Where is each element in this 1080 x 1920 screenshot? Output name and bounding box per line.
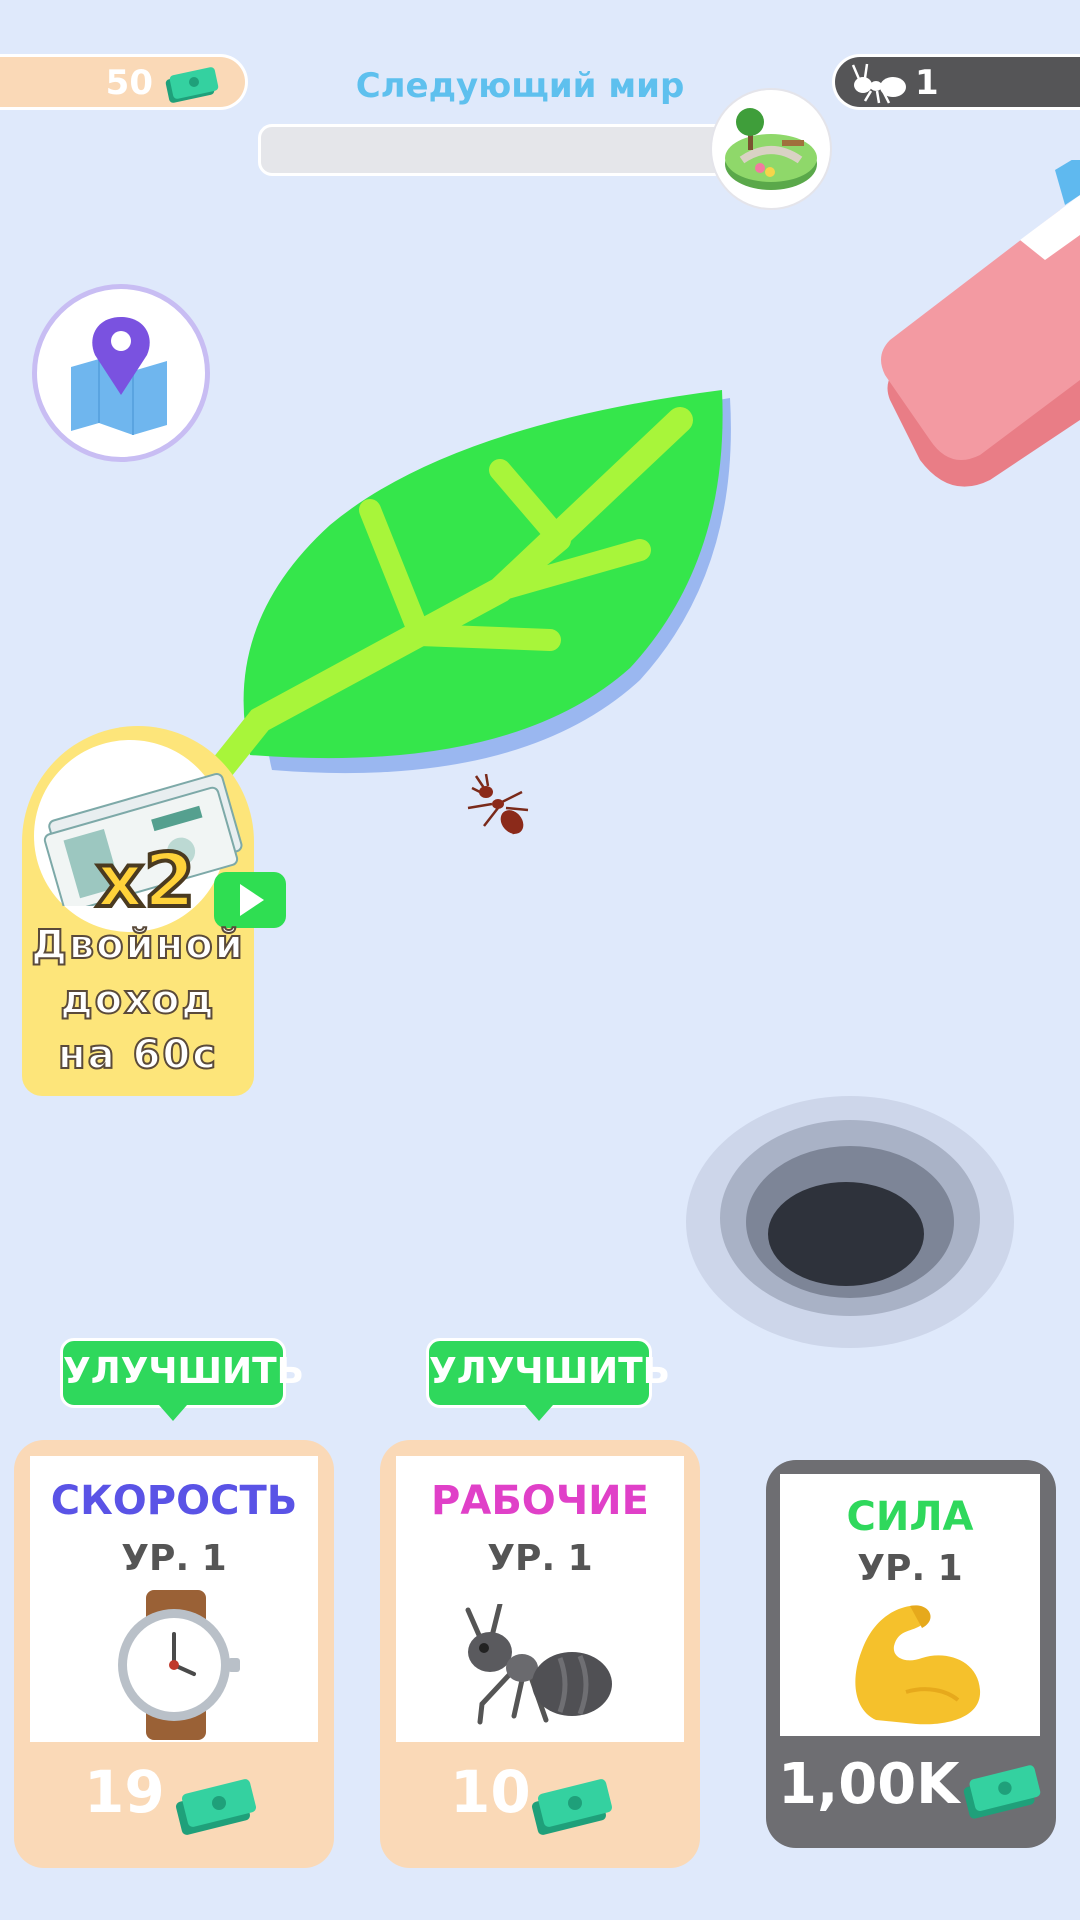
- speed-card-cost: 19: [84, 1758, 165, 1826]
- workers-card-level: УР. 1: [487, 1538, 593, 1579]
- bonus-line-2: доход: [59, 976, 216, 1024]
- flexed-biceps-icon: [855, 1605, 981, 1725]
- speed-card-level: УР. 1: [121, 1538, 227, 1579]
- map-pin-icon: [71, 317, 167, 435]
- watch-icon: [118, 1590, 240, 1740]
- upgrade-speed-pointer: [159, 1405, 187, 1421]
- ant-count-value: 1: [915, 63, 939, 103]
- cash-icon: [531, 1779, 613, 1835]
- upgrade-workers-pointer: [525, 1405, 553, 1421]
- money-counter: 50: [0, 54, 248, 110]
- upgrade-speed-label[interactable]: УЛУЧШИТЬ: [60, 1338, 304, 1408]
- upgrade-workers-label[interactable]: УЛУЧШИТЬ: [426, 1338, 670, 1408]
- next-world-icon[interactable]: [712, 90, 830, 208]
- speed-card-title: СКОРОСТЬ: [50, 1478, 298, 1524]
- next-world-label: Следующий мир: [355, 66, 685, 106]
- ant-counter: 1: [832, 54, 1080, 110]
- power-upgrade-card[interactable]: СИЛА УР. 1 1,00K: [766, 1460, 1056, 1848]
- speed-upgrade-card[interactable]: СКОРОСТЬ УР. 1 19: [14, 1440, 334, 1868]
- park-island-icon: [725, 108, 817, 190]
- ant-icon: [465, 1604, 612, 1725]
- ant-hole: [686, 1096, 1014, 1348]
- double-income-text: Двойной доход на 60с: [22, 918, 254, 1083]
- eraser-object: [881, 160, 1080, 487]
- power-card-title: СИЛА: [846, 1494, 974, 1540]
- bonus-line-1: Двойной: [30, 921, 245, 969]
- workers-upgrade-card[interactable]: РАБОЧИЕ УР. 1 10: [380, 1440, 700, 1868]
- bonus-line-3: на 60с: [57, 1031, 218, 1079]
- map-button[interactable]: [32, 284, 210, 462]
- double-multiplier: x2: [94, 836, 197, 926]
- workers-card-title: РАБОЧИЕ: [431, 1478, 649, 1524]
- ant-icon: [851, 63, 906, 104]
- workers-card-cost: 10: [450, 1758, 531, 1826]
- cash-icon: [963, 1765, 1041, 1819]
- cash-icon: [175, 1779, 257, 1835]
- power-card-cost: 1,00K: [778, 1752, 960, 1817]
- money-value: 50: [105, 63, 153, 103]
- workers-card-panel: РАБОЧИЕ УР. 1: [396, 1456, 684, 1742]
- power-card-level: УР. 1: [857, 1548, 963, 1589]
- next-world-progress-bar: [258, 124, 728, 176]
- speed-card-panel: СКОРОСТЬ УР. 1: [30, 1456, 318, 1742]
- cash-icon: [165, 67, 219, 103]
- worker-ant: [467, 774, 529, 835]
- power-card-panel: СИЛА УР. 1: [780, 1474, 1040, 1736]
